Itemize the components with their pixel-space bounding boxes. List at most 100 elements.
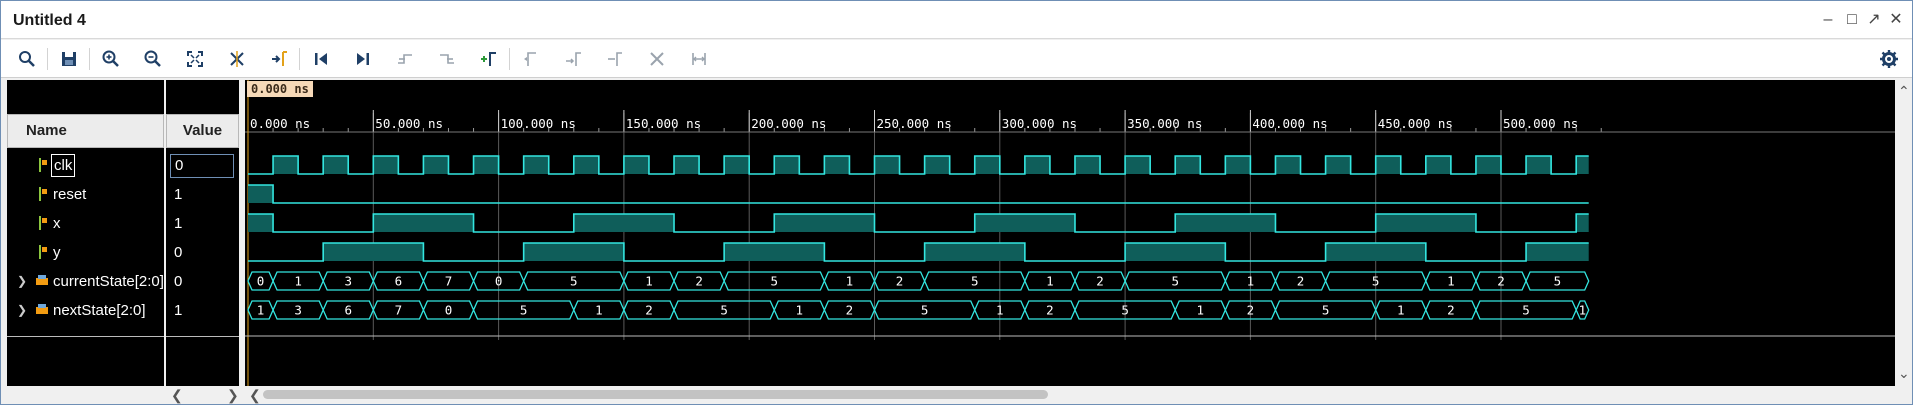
go-to-time-0-button[interactable] [307, 46, 335, 72]
clk-wave-high-segment [1125, 156, 1151, 174]
scroll-up-icon[interactable]: ⌃ [1898, 82, 1910, 100]
scroll-down-icon[interactable]: ⌄ [1898, 364, 1910, 382]
currentstate-wave-value-label: 0 [495, 274, 503, 289]
go-end-icon [357, 53, 369, 65]
horizontal-scrollbar[interactable]: ❮ ❯ ❮ [1, 386, 1912, 404]
time-tick-label: 300.000 ns [1002, 116, 1077, 131]
vertical-scrollbar[interactable]: ⌃ ⌄ [1895, 80, 1912, 386]
currentstate-wave-value-label: 1 [1046, 274, 1054, 289]
settings-button[interactable] [1875, 46, 1903, 72]
nextstate-wave-value-label: 6 [344, 303, 352, 318]
currentstate-wave-value-label: 2 [1497, 274, 1505, 289]
chevron-right-icon[interactable]: ❯ [17, 296, 27, 325]
signal-row-clk[interactable]: clk [7, 151, 164, 180]
signal-value-cell[interactable]: 1 [174, 296, 182, 325]
minimize-icon[interactable]: – [1817, 9, 1839, 31]
toolbar-separator [509, 48, 510, 70]
search-icon [19, 51, 35, 67]
currentstate-wave-value-label: 5 [971, 274, 979, 289]
scroll-right-icon[interactable]: ❯ [227, 386, 239, 404]
previous-transition-button[interactable] [391, 46, 419, 72]
snap-to-transition-button[interactable] [685, 46, 713, 72]
x-wave-high-segment [1576, 214, 1589, 232]
signal-row-y[interactable]: y [7, 238, 164, 267]
add-marker-button[interactable] [475, 46, 503, 72]
nextstate-wave-value-label: 5 [1322, 303, 1330, 318]
value-column-header[interactable]: Value [166, 114, 239, 148]
scroll-thumb[interactable] [263, 390, 1048, 399]
go-to-last-time-button[interactable] [349, 46, 377, 72]
nextstate-wave-value-label: 2 [1046, 303, 1054, 318]
signal-row-x[interactable]: x [7, 209, 164, 238]
scroll-left-icon[interactable]: ❮ [171, 386, 183, 404]
signal-value-cell[interactable]: 0 [174, 267, 182, 296]
clk-wave-high-segment [1325, 156, 1351, 174]
x-wave-high-segment [248, 214, 274, 232]
close-icon[interactable]: ✕ [1885, 9, 1907, 31]
clk-wave-high-segment [874, 156, 900, 174]
clk-wave-high-segment [1475, 156, 1501, 174]
clk-wave-high-segment [423, 156, 449, 174]
bus-signal-icon [36, 275, 48, 285]
save-button[interactable] [55, 46, 83, 72]
toolbar [1, 40, 1912, 78]
currentstate-wave-value-label: 6 [395, 274, 403, 289]
x-wave-high-segment [1375, 214, 1476, 232]
swap-cursors-button[interactable] [601, 46, 629, 72]
bus-signal-icon [36, 304, 48, 314]
signal-name-label: clk [51, 154, 76, 177]
maximize-icon[interactable]: □ [1841, 9, 1863, 31]
zoom-cursor-icon [230, 51, 244, 67]
window-title: Untitled 4 [13, 12, 86, 29]
panel-divider [7, 336, 164, 337]
clk-wave-high-segment [1225, 156, 1251, 174]
signal-row-currentstate[interactable]: ❯ currentState[2:0] [7, 267, 164, 296]
signal-name-label: x [53, 215, 61, 232]
signal-value-cell[interactable]: 0 [170, 154, 234, 178]
currentstate-wave-value-label: 5 [770, 274, 778, 289]
signal-value-cell[interactable]: 1 [174, 209, 182, 238]
signal-row-reset[interactable]: reset [7, 180, 164, 209]
zoom-to-cursor-button[interactable] [223, 46, 251, 72]
delete-icon [650, 52, 664, 66]
clk-wave-high-segment [1275, 156, 1301, 174]
nextstate-wave-value-label: 1 [1579, 303, 1587, 318]
nextstate-wave-value-label: 3 [294, 303, 302, 318]
go-to-cursor-button[interactable] [265, 46, 293, 72]
search-button[interactable] [13, 46, 41, 72]
clk-wave-high-segment [1175, 156, 1201, 174]
next-marker-button[interactable] [559, 46, 587, 72]
signal-value-cell[interactable]: 1 [174, 180, 182, 209]
zoom-fit-button[interactable] [181, 46, 209, 72]
signal-row-nextstate[interactable]: ❯ nextState[2:0] [7, 296, 164, 325]
waveform-panel[interactable]: 0.000 ns 50.000 ns 100.000 ns 150.000 ns 200… [245, 80, 1895, 386]
next-transition-button[interactable] [433, 46, 461, 72]
chevron-right-icon[interactable]: ❯ [17, 267, 27, 296]
float-icon[interactable]: ↗ [1863, 9, 1885, 31]
toolbar-separator [47, 48, 48, 70]
nextstate-wave-value-label: 2 [645, 303, 653, 318]
currentstate-wave-value-label: 2 [695, 274, 703, 289]
time-tick-label: 250.000 ns [877, 116, 952, 131]
signal-value-cell[interactable]: 0 [174, 238, 182, 267]
name-column-header[interactable]: Name [7, 114, 164, 148]
zoom-in-button[interactable] [97, 46, 125, 72]
gear-icon [1880, 50, 1898, 68]
currentstate-wave-value-label: 1 [1447, 274, 1455, 289]
clk-wave-high-segment [573, 156, 599, 174]
nextstate-wave-value-label: 2 [1247, 303, 1255, 318]
reset-wave-high-segment [248, 185, 274, 203]
zoom-out-button[interactable] [139, 46, 167, 72]
wave-scroll-left-icon[interactable]: ❮ [249, 386, 261, 404]
clk-wave-high-segment [774, 156, 800, 174]
currentstate-wave-value-label: 5 [1171, 274, 1179, 289]
nextstate-wave-value-label: 5 [520, 303, 528, 318]
previous-marker-button[interactable] [517, 46, 545, 72]
waveform-canvas[interactable]: 0.000 ns 50.000 ns 100.000 ns 150.000 ns 200… [245, 80, 1895, 386]
next-transition-icon [440, 54, 454, 64]
clk-wave-high-segment [974, 156, 1000, 174]
delete-markers-button[interactable] [643, 46, 671, 72]
nextstate-wave-value-label: 1 [1397, 303, 1405, 318]
currentstate-wave-value-label: 2 [896, 274, 904, 289]
clk-wave-high-segment [523, 156, 549, 174]
